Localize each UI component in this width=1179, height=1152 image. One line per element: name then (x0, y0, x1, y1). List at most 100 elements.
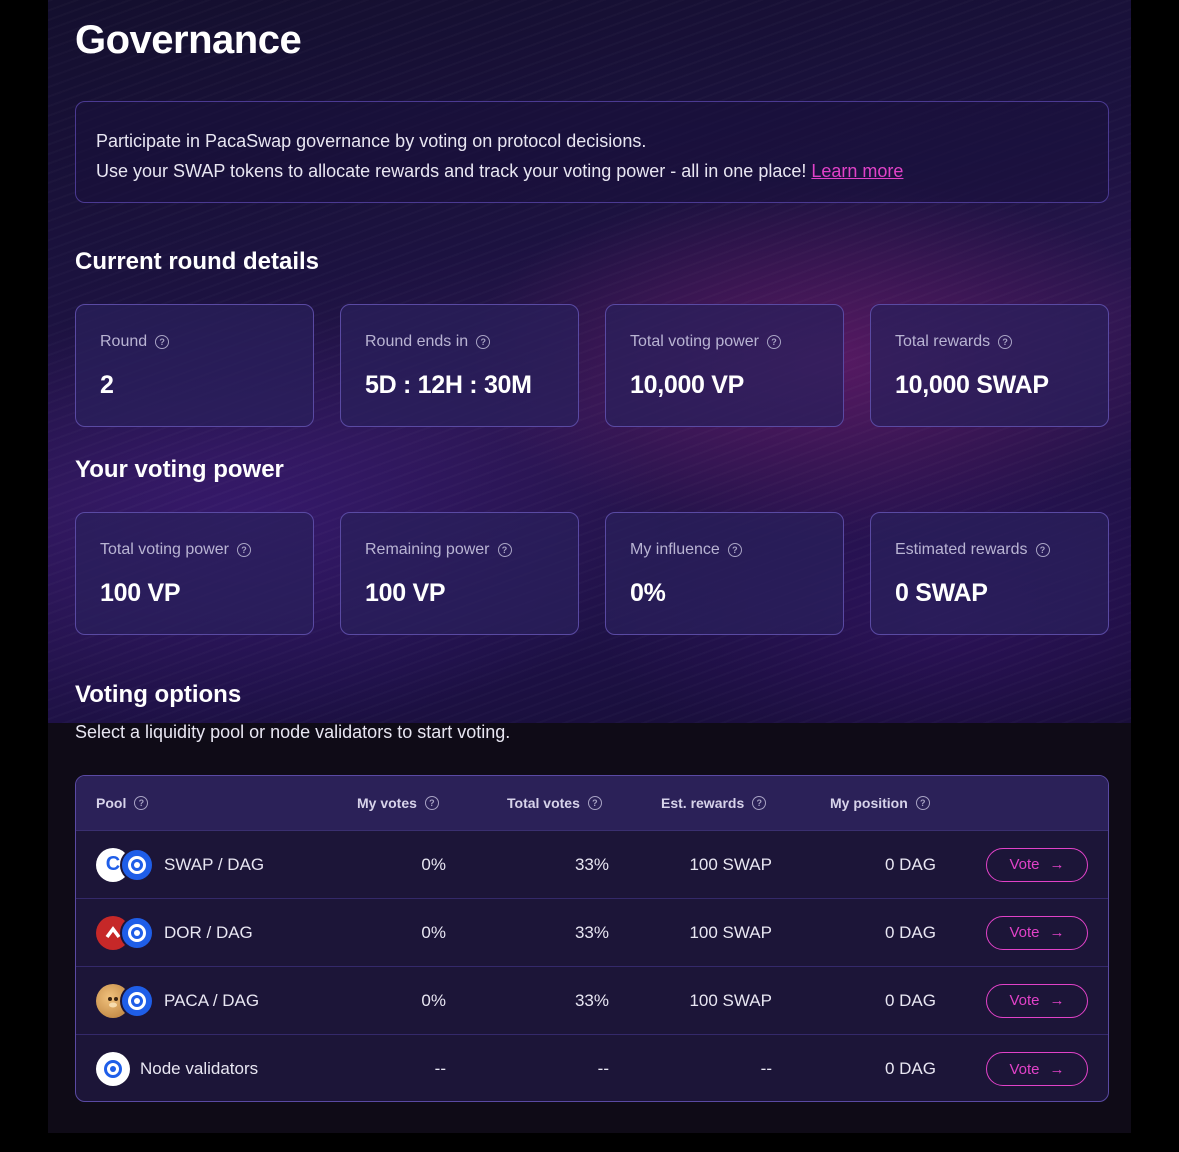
help-icon[interactable]: ? (727, 543, 742, 557)
vote-label: Vote (1009, 1060, 1040, 1078)
my-position-value: 0 DAG (884, 990, 936, 1010)
total-voting-power-card: Total voting power? 10,000 VP (605, 304, 844, 427)
est-rewards-value: 100 SWAP (689, 990, 772, 1010)
table-row: C SWAP / DAG 0% 33% 100 SWAP 0 DAG Vote → (76, 831, 1108, 899)
pool-name: Node validators (140, 1059, 259, 1078)
card-value: 0 SWAP (895, 579, 988, 607)
help-icon[interactable]: ? (497, 543, 512, 557)
arrow-right-icon: → (1049, 924, 1065, 941)
intro-line-2: Use your SWAP tokens to allocate rewards… (96, 156, 1088, 186)
card-value: 100 VP (365, 579, 446, 607)
col-my-votes: My votes? (357, 795, 439, 811)
card-label: Round ends in (365, 333, 469, 350)
table-row: Node validators -- -- -- 0 DAG Vote → (76, 1035, 1108, 1101)
voting-options-title: Voting options (75, 681, 242, 708)
help-icon[interactable]: ? (766, 335, 781, 349)
pool-cell: PACA / DAG (96, 983, 260, 1018)
card-label: Total voting power (100, 541, 229, 558)
card-label: Remaining power (365, 541, 490, 558)
governance-page: Governance Participate in PacaSwap gover… (48, 0, 1131, 1133)
vote-label: Vote (1009, 856, 1040, 873)
card-value: 5D : 12H : 30M (365, 371, 532, 399)
my-influence-card: My influence? 0% (605, 512, 844, 635)
table-header: Pool? My votes? Total votes? Est. reward… (76, 776, 1108, 831)
my-votes-value: -- (434, 1059, 446, 1078)
vote-label: Vote (1009, 924, 1040, 941)
page-title: Governance (75, 18, 302, 62)
col-label: Pool (96, 795, 127, 811)
help-icon[interactable]: ? (915, 796, 930, 810)
col-my-position: My position? (830, 795, 930, 811)
voting-power-cards: Total voting power? 100 VP Remaining pow… (75, 512, 1109, 635)
col-total-votes: Total votes? (507, 795, 602, 811)
pool-cell: DOR / DAG (96, 915, 253, 950)
card-label: Estimated rewards (895, 541, 1028, 558)
col-label: Total votes (507, 795, 580, 811)
estimated-rewards-card: Estimated rewards? 0 SWAP (870, 512, 1109, 635)
card-value: 10,000 SWAP (895, 371, 1049, 399)
help-icon[interactable]: ? (134, 796, 149, 810)
current-round-title: Current round details (75, 248, 320, 275)
voting-options-table: Pool? My votes? Total votes? Est. reward… (75, 775, 1109, 1102)
vote-button[interactable]: Vote → (986, 915, 1088, 950)
voting-power-title: Your voting power (75, 456, 284, 483)
total-votes-value: 33% (574, 854, 609, 874)
my-position-value: 0 DAG (884, 922, 936, 942)
round-ends-card: Round ends in? 5D : 12H : 30M (340, 304, 579, 427)
my-votes-value: 0% (421, 854, 446, 874)
dag-token-icon (120, 983, 154, 1018)
arrow-right-icon: → (1049, 856, 1065, 873)
arrow-right-icon: → (1049, 1060, 1065, 1078)
est-rewards-value: -- (760, 1059, 772, 1078)
vote-button[interactable]: Vote → (986, 847, 1088, 882)
help-icon[interactable]: ? (587, 796, 602, 810)
intro-line-1: Participate in PacaSwap governance by vo… (96, 131, 647, 151)
total-rewards-card: Total rewards? 10,000 SWAP (870, 304, 1109, 427)
my-votes-value: 0% (421, 922, 446, 942)
pool-name: PACA / DAG (164, 990, 260, 1010)
help-icon[interactable]: ? (476, 335, 491, 349)
dag-token-icon (120, 915, 154, 950)
total-votes-value: -- (597, 1059, 609, 1078)
help-icon[interactable]: ? (1035, 543, 1050, 557)
total-votes-value: 33% (574, 990, 609, 1010)
est-rewards-value: 100 SWAP (689, 922, 772, 942)
my-position-value: 0 DAG (884, 1059, 936, 1078)
voting-options-subtitle: Select a liquidity pool or node validato… (75, 722, 511, 742)
vote-label: Vote (1009, 992, 1040, 1009)
table-row: PACA / DAG 0% 33% 100 SWAP 0 DAG Vote → (76, 967, 1108, 1035)
round-card: Round? 2 (75, 304, 314, 427)
col-label: My votes (357, 795, 417, 811)
token-pair-icon (96, 983, 154, 1018)
help-icon[interactable]: ? (236, 543, 251, 557)
vote-button[interactable]: Vote → (986, 983, 1088, 1018)
table-row: DOR / DAG 0% 33% 100 SWAP 0 DAG Vote → (76, 899, 1108, 967)
pool-name: DOR / DAG (164, 922, 253, 942)
learn-more-link[interactable]: Learn more (811, 161, 903, 181)
card-value: 100 VP (100, 579, 181, 607)
my-position-value: 0 DAG (884, 854, 936, 874)
token-pair-icon (96, 915, 154, 950)
help-icon[interactable]: ? (424, 796, 439, 810)
col-label: Est. rewards (661, 795, 745, 811)
card-label: Round (100, 333, 148, 350)
pool-name: SWAP / DAG (164, 854, 265, 874)
intro-line-2-text: Use your SWAP tokens to allocate rewards… (96, 161, 807, 181)
dag-token-icon (120, 847, 154, 882)
col-label: My position (830, 795, 908, 811)
token-pair-icon: C (96, 847, 154, 882)
col-pool: Pool? (96, 795, 149, 811)
vote-button[interactable]: Vote → (986, 1052, 1088, 1086)
intro-banner: Participate in PacaSwap governance by vo… (75, 101, 1109, 203)
pool-cell: Node validators (96, 1052, 258, 1086)
my-total-voting-power-card: Total voting power? 100 VP (75, 512, 314, 635)
help-icon[interactable]: ? (155, 335, 170, 349)
card-label: Total voting power (630, 333, 759, 350)
help-icon[interactable]: ? (998, 335, 1013, 349)
card-value: 0% (630, 579, 666, 607)
card-label: My influence (630, 541, 720, 558)
total-votes-value: 33% (574, 922, 609, 942)
help-icon[interactable]: ? (752, 796, 767, 810)
est-rewards-value: 100 SWAP (689, 854, 772, 874)
pool-cell: C SWAP / DAG (96, 847, 265, 882)
